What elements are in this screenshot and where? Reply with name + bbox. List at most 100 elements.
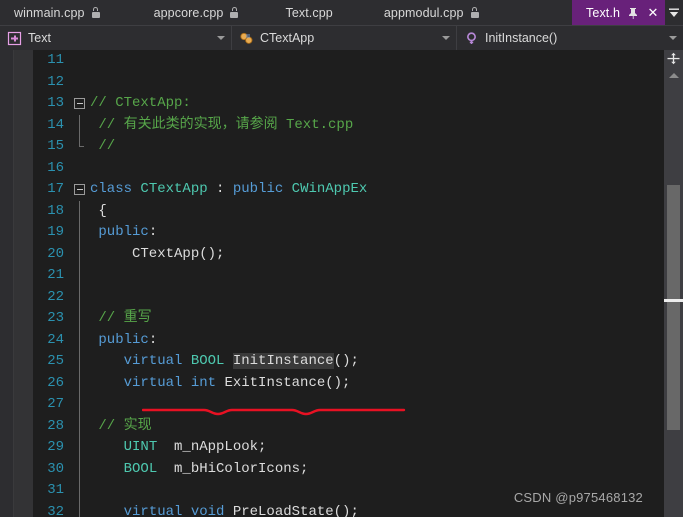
tab-text-cpp[interactable]: Text.cpp [249,0,344,25]
fold-column [72,480,88,502]
scrollbar-track[interactable] [664,67,683,517]
code-line[interactable]: 26 virtual int ExitInstance(); [34,372,650,394]
line-number: 30 [47,460,64,477]
code-line[interactable]: 20 CTextApp(); [34,243,650,266]
code-line[interactable]: 17 class CTextApp : public CWinAppEx [34,179,650,201]
vertical-scrollbar-area[interactable] [650,50,683,517]
class-dropdown-label: CTextApp [260,31,315,45]
fold-collapse-icon[interactable] [74,184,85,195]
fold-column [72,265,88,287]
code-line-text: CTextApp(); [90,244,224,266]
fold-column [72,437,88,459]
visual-studio-editor-window: winmain.cpp appcore.cpp Text.cpp appmodu… [0,0,683,517]
code-line[interactable]: 29 UINT m_nAppLook; [34,437,650,459]
breakpoint-indicator-margin[interactable] [14,50,34,517]
code-line[interactable]: 21 [34,265,650,287]
tab-label: appmodul.cpp [383,5,464,20]
split-view-icon[interactable] [664,50,683,67]
code-token: // 实现 [90,417,152,434]
code-token: CTextApp(); [90,245,225,262]
code-line[interactable]: 23 // 重写 [34,308,650,330]
line-number: 25 [47,353,64,369]
chevron-down-icon[interactable] [669,36,677,40]
code-token: // 重写 [90,310,152,326]
navigation-bar: Text CTextApp InitInstance() [0,25,683,50]
fold-column [72,372,88,394]
triangle-up-icon [668,73,679,78]
code-token: UINT [123,439,158,455]
chevron-down-icon[interactable] [217,36,225,40]
code-token: (); [333,353,359,369]
fold-guide-line [79,351,80,373]
code-line[interactable]: 28 // 实现 [34,415,650,438]
code-token: InitInstance [232,353,334,369]
code-token: virtual void [123,503,233,517]
scrollbar-thumb[interactable] [667,185,680,430]
code-line[interactable]: 12 [34,72,650,94]
code-token: // 有关此类的实现，请参阅 Text.cpp [90,116,354,133]
lock-icon [230,7,239,18]
fold-guide-line [79,501,80,517]
code-line[interactable]: 18 { [34,200,650,222]
code-line[interactable]: 27 [34,394,650,416]
project-dropdown[interactable]: Text [0,26,232,50]
watermark-text: CSDN @p975468132 [513,490,643,505]
code-token: m_nAppLook; [157,439,267,455]
code-token: class [90,181,141,197]
code-line[interactable]: 25 virtual BOOL InitInstance(); [34,351,650,373]
tab-label: appcore.cpp [153,5,224,20]
close-icon[interactable]: ✕ [645,5,661,21]
fold-guide-line [79,480,80,502]
fold-column-start [72,179,88,201]
code-line[interactable]: 15 // [34,136,650,158]
code-line-text: // 实现 [90,416,152,438]
code-line[interactable]: 11 [34,50,650,72]
tab-overflow-icon[interactable] [665,0,683,25]
line-number: 24 [47,331,64,348]
scrollbar-caret-marker [664,299,683,302]
tab-appcore-cpp[interactable]: appcore.cpp [110,0,250,25]
code-editor[interactable]: 11 12 13 // CTextApp: 14 // 有关此类的实现，请参阅 Text… [0,50,683,517]
fold-collapse-icon[interactable] [74,98,85,109]
code-token: CTextApp [140,181,217,197]
code-line[interactable]: 16 [34,158,650,180]
fold-guide-line [79,437,80,459]
fold-guide-line [79,265,80,287]
code-line[interactable]: 30 BOOL m_bHiColorIcons; [34,458,650,480]
code-line[interactable]: 24 public: [34,329,650,351]
tab-winmain-cpp[interactable]: winmain.cpp [0,0,111,25]
code-line[interactable]: 19 public: [34,222,650,244]
line-number: 13 [47,95,64,111]
lock-icon [470,7,479,18]
line-number: 20 [47,245,64,262]
code-line-text: // 有关此类的实现，请参阅 Text.cpp [90,115,353,137]
code-text-area[interactable]: 11 12 13 // CTextApp: 14 // 有关此类的实现，请参阅 Text… [34,50,650,517]
code-line-text: virtual void PreLoadState(); [90,502,359,517]
tab-label: Text.h [586,5,620,20]
code-line[interactable]: 14 // 有关此类的实现，请参阅 Text.cpp [34,114,650,137]
chevron-down-icon[interactable] [442,36,450,40]
fold-column [72,329,88,351]
fold-column [72,308,88,330]
class-dropdown[interactable]: CTextApp [232,26,457,50]
code-line[interactable]: 13 // CTextApp: [34,93,650,115]
tab-text-h[interactable]: Text.h ✕ [572,0,665,25]
fold-guide-line [79,136,84,147]
member-dropdown[interactable]: InitInstance() [457,26,683,50]
code-token: public [232,181,292,197]
fold-guide-line [79,415,80,437]
line-number: 22 [47,288,64,305]
scroll-up-button[interactable] [664,69,683,82]
fold-column [72,136,88,158]
pin-icon[interactable] [626,6,640,20]
tab-appmodul-cpp[interactable]: appmodul.cpp [343,0,490,25]
line-number: 29 [47,439,64,455]
fold-guide-line [79,243,80,265]
track-changes-margin [0,50,14,517]
line-number: 17 [47,181,64,197]
code-line[interactable]: 22 [34,286,650,308]
fold-column [72,243,88,265]
